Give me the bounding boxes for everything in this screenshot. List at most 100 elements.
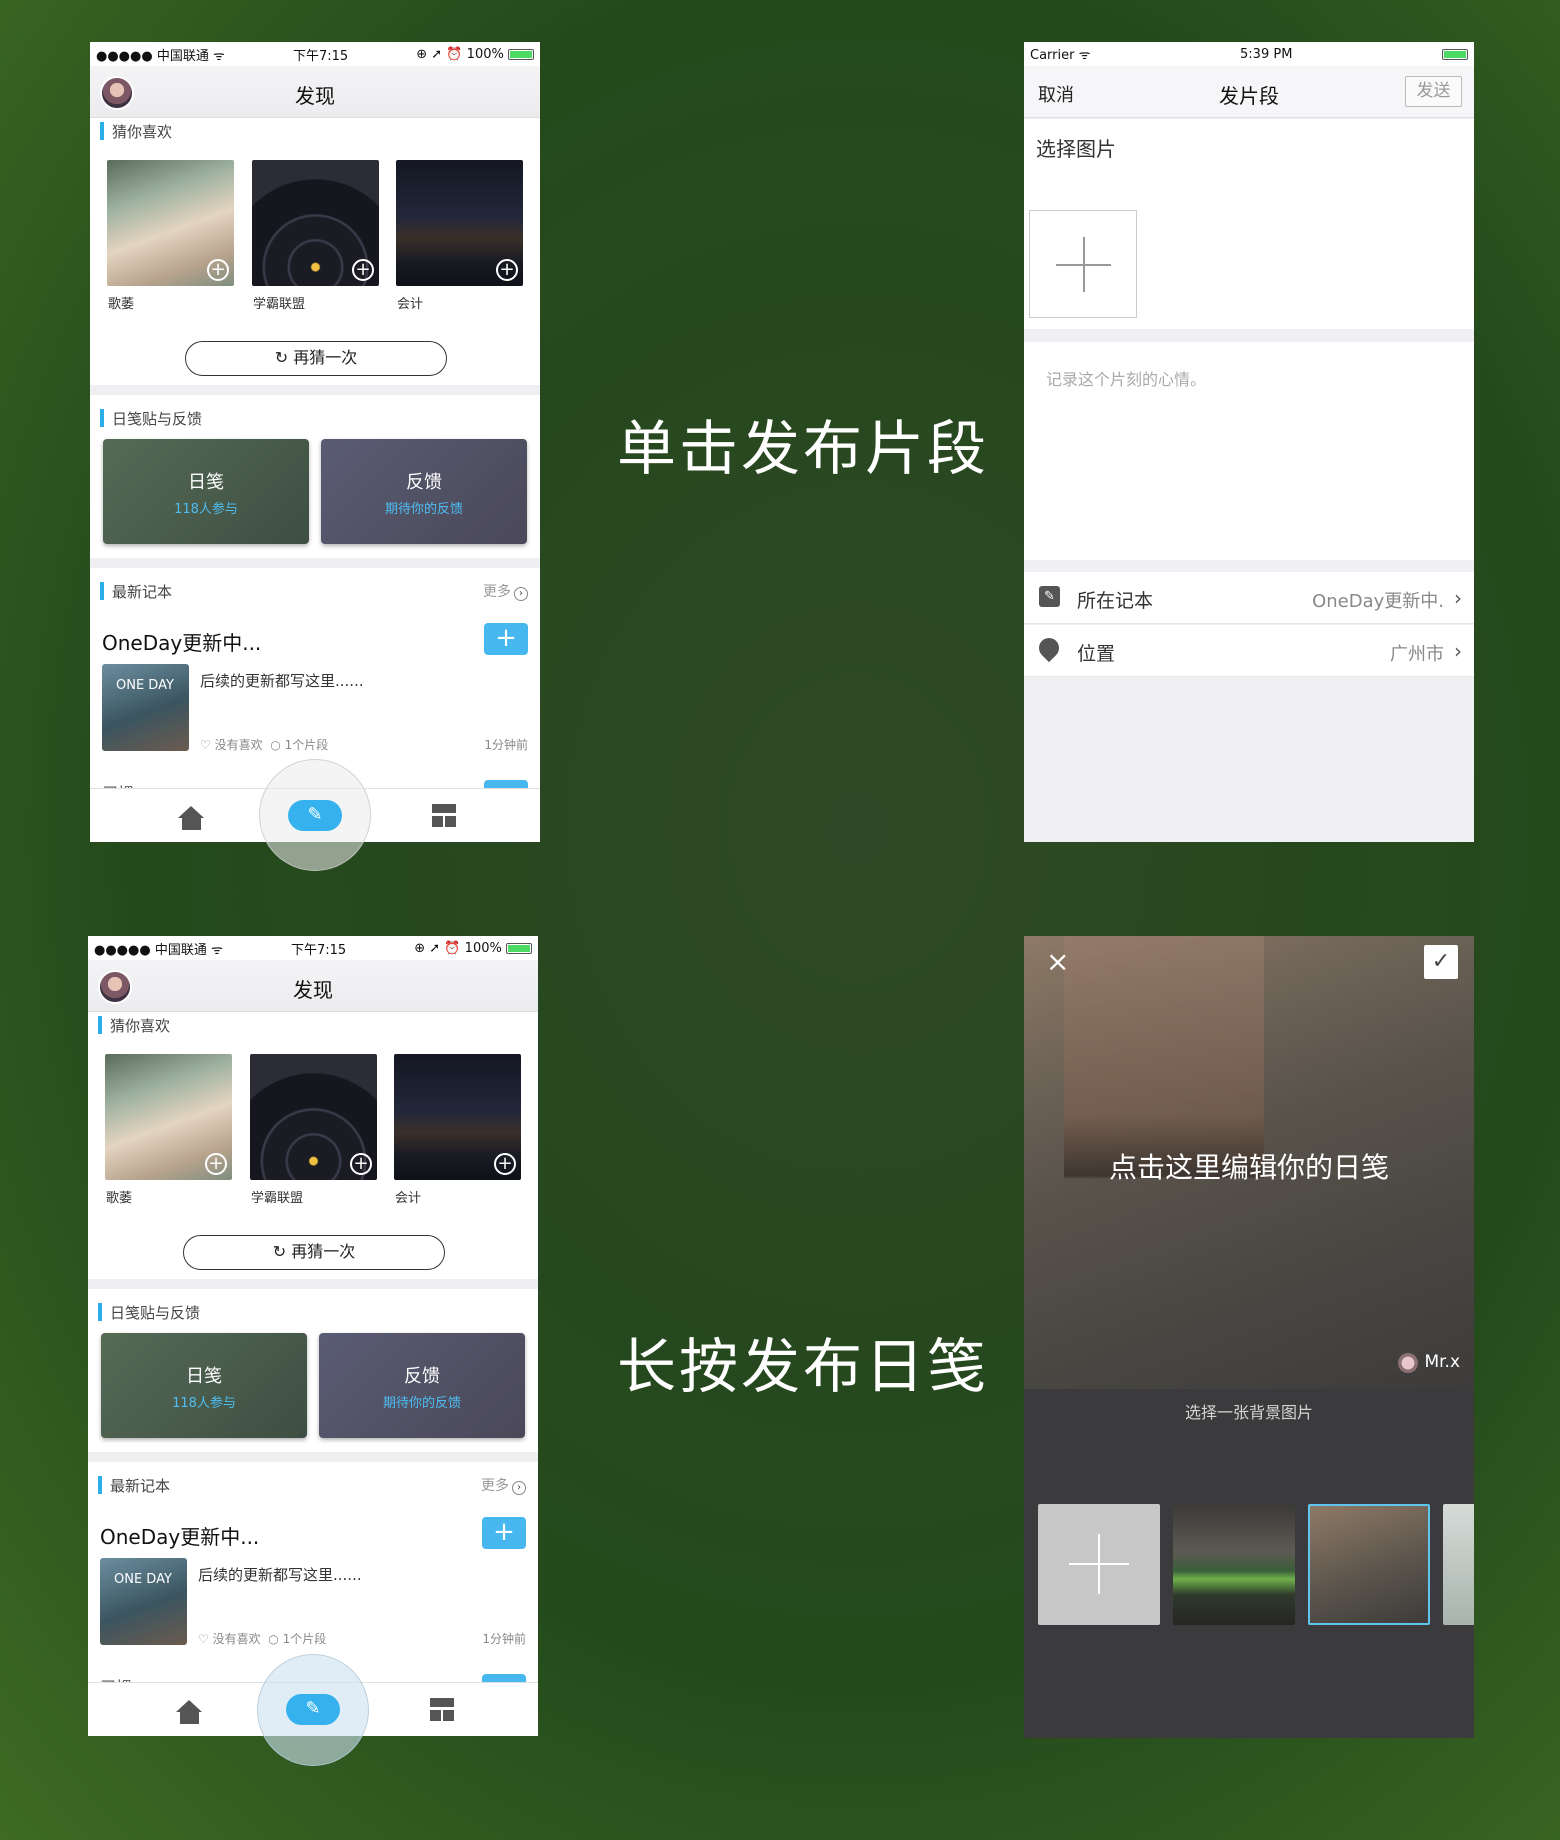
clip-icon: ○ [270, 738, 281, 752]
notebook-desc: 后续的更新都写这里...... [200, 672, 364, 690]
divider [90, 385, 540, 395]
section-title-guess: 猜你喜欢 [110, 1017, 171, 1035]
bg-thumb-partial[interactable] [1443, 1504, 1474, 1625]
section-marker [98, 1303, 102, 1321]
guess-label: 歌萎 [108, 297, 135, 312]
add-icon[interactable]: + [207, 259, 229, 281]
add-icon[interactable]: + [205, 1153, 227, 1175]
add-button[interactable]: + [484, 623, 528, 655]
add-button[interactable]: + [482, 1517, 526, 1549]
guess-thumb-3[interactable]: + [394, 1054, 521, 1180]
home-icon[interactable] [176, 1700, 203, 1724]
bg-picker [1038, 1504, 1474, 1625]
guess-thumb-1[interactable]: + [107, 160, 234, 286]
guess-label: 歌萎 [106, 1191, 133, 1206]
add-bg-button[interactable] [1038, 1504, 1160, 1625]
clip-icon: ○ [268, 1632, 279, 1646]
edit-hint[interactable]: 点击这里编辑你的日笺 [1024, 1146, 1474, 1186]
grid-icon[interactable] [430, 1698, 454, 1721]
section-title-latest: 最新记本 [110, 1477, 171, 1495]
guess-label: 学霸联盟 [251, 1191, 304, 1206]
diary-user: Mr.x [1398, 1352, 1460, 1373]
choose-bg-label: 选择一张背景图片 [1184, 1403, 1313, 1422]
pencil-icon[interactable]: ✎ [286, 1694, 340, 1725]
section-marker [100, 582, 104, 600]
mood-textarea[interactable]: 记录这个片刻的心情。 [1024, 342, 1474, 560]
legs-shape [1064, 936, 1264, 1236]
guess-thumb-2[interactable]: + [250, 1054, 377, 1180]
guess-label: 学霸联盟 [253, 297, 306, 312]
caption-tap: 单击发布片段 [617, 414, 990, 483]
add-icon[interactable]: + [494, 1153, 516, 1175]
edit-icon: ✎ [1039, 586, 1060, 607]
refresh-icon: ↻ [274, 348, 289, 367]
section-marker [98, 1476, 102, 1494]
notebook-title[interactable]: OneDay更新中... [102, 627, 261, 656]
guess-label: 会计 [397, 297, 424, 312]
guess-label: 会计 [395, 1191, 422, 1206]
section-marker [98, 1016, 102, 1034]
status-bar: Carrier ᯤ 5:39 PM [1024, 42, 1474, 66]
guess-again-button[interactable]: ↻ 再猜一次 [185, 341, 447, 376]
guess-thumb-2[interactable]: + [252, 160, 379, 286]
section-marker [100, 122, 104, 140]
notebook-time: 1分钟前 [482, 1632, 526, 1646]
guess-again-button[interactable]: ↻ 再猜一次 [183, 1235, 445, 1270]
guess-thumb-1[interactable]: + [105, 1054, 232, 1180]
section-marker [100, 409, 104, 427]
bg-thumb-selected[interactable] [1308, 1504, 1430, 1625]
notebook-desc: 后续的更新都写这里...... [198, 1566, 362, 1584]
nav-bar: 取消 发片段 发送 [1024, 66, 1474, 118]
add-image-button[interactable] [1029, 210, 1137, 318]
plus-icon [1083, 237, 1085, 292]
chevron-right-icon: › [1454, 586, 1462, 610]
divider [90, 558, 540, 568]
discover-screen-longpress: ●●●●● 中国联通 ᯤ 下午7:15 ⊕ ➚ ⏰ 100% 发现 猜你喜欢 +… [88, 936, 538, 1736]
section-title-stickers: 日笺贴与反馈 [110, 1304, 201, 1322]
grid-icon[interactable] [432, 804, 456, 827]
heart-icon: ♡ [198, 1632, 209, 1646]
section-title-guess: 猜你喜欢 [112, 123, 173, 141]
send-button[interactable]: 发送 [1405, 76, 1462, 107]
status-bar: ●●●●● 中国联通 ᯤ 下午7:15 ⊕ ➚ ⏰ 100% [90, 42, 540, 66]
add-icon[interactable]: + [496, 259, 518, 281]
divider [88, 1279, 538, 1289]
bg-thumb-car[interactable] [1173, 1504, 1295, 1625]
notebook-cover[interactable]: ONE DAY [100, 1558, 187, 1645]
confirm-check-icon[interactable]: ✓ [1424, 945, 1458, 979]
diary-card[interactable]: 日笺 118人参与 [101, 1333, 307, 1438]
chevron-right-icon: › [512, 1481, 526, 1495]
add-icon[interactable]: + [352, 259, 374, 281]
close-icon[interactable]: × [1046, 945, 1069, 978]
chevron-right-icon: › [1454, 639, 1462, 663]
notebook-title[interactable]: OneDay更新中... [100, 1521, 259, 1550]
more-link[interactable]: 更多 › [483, 581, 528, 601]
add-icon[interactable]: + [350, 1153, 372, 1175]
guess-thumb-3[interactable]: + [396, 160, 523, 286]
home-icon[interactable] [178, 806, 205, 830]
avatar [1398, 1353, 1419, 1373]
page-title: 发现 [295, 84, 335, 108]
status-bar: ●●●●● 中国联通 ᯤ 下午7:15 ⊕ ➚ ⏰ 100% [88, 936, 538, 960]
page-title: 发现 [293, 978, 333, 1002]
more-link[interactable]: 更多 › [481, 1475, 526, 1495]
diary-card[interactable]: 日笺 118人参与 [103, 439, 309, 544]
diary-editor-screen: × ✓ 点击这里编辑你的日笺 Mr.x 选择一张背景图片 [1024, 936, 1474, 1738]
diary-background[interactable]: × ✓ 点击这里编辑你的日笺 Mr.x [1024, 936, 1474, 1389]
notebook-row[interactable]: ✎ 所在记本 OneDay更新中. › [1024, 572, 1474, 624]
feedback-card[interactable]: 反馈 期待你的反馈 [319, 1333, 525, 1438]
divider [88, 1452, 538, 1462]
caption-longpress: 长按发布日笺 [617, 1332, 990, 1401]
pencil-icon[interactable]: ✎ [288, 800, 342, 831]
chevron-right-icon: › [514, 587, 528, 601]
nav-bar: 发现 [88, 960, 538, 1012]
notebook-meta: ♡ 没有喜欢 ○ 1个片段 [198, 1632, 327, 1646]
section-title-stickers: 日笺贴与反馈 [112, 410, 203, 428]
notebook-cover[interactable]: ONE DAY [102, 664, 189, 751]
choose-image-label: 选择图片 [1036, 137, 1116, 161]
plus-icon [1098, 1534, 1100, 1594]
location-pin-icon [1034, 633, 1064, 663]
feedback-card[interactable]: 反馈 期待你的反馈 [321, 439, 527, 544]
fragment-editor-screen: Carrier ᯤ 5:39 PM 取消 发片段 发送 选择图片 记录这个片刻的… [1024, 42, 1474, 842]
location-row[interactable]: 位置 广州市 › [1024, 625, 1474, 677]
